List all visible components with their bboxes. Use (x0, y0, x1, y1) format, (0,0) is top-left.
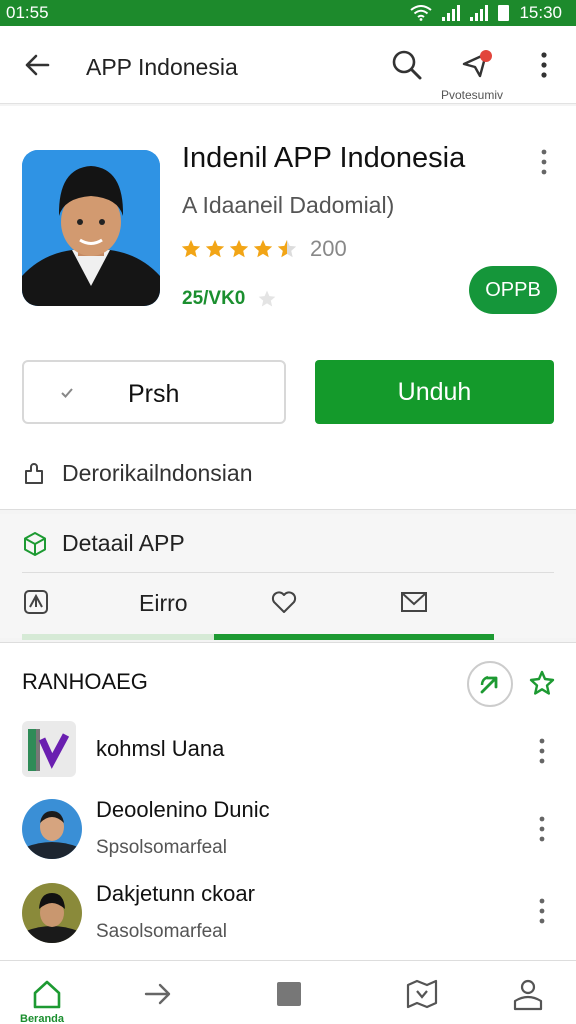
details-heading: Detaail APP (62, 530, 185, 556)
details-card: Detaail APP Eirro (0, 514, 576, 640)
avatar (22, 799, 82, 859)
arrow-right-icon[interactable] (141, 977, 175, 1011)
rating-stars: 200 (180, 236, 347, 262)
status-time-left: 01:55 (6, 3, 49, 22)
secondary-action-label: Prsh (128, 380, 180, 408)
list-item-subtitle: Sasolsomarfeal (96, 921, 227, 942)
check-icon (61, 388, 73, 398)
status-bar: 01:55 15:30 (0, 0, 576, 26)
developer-link[interactable]: Derorikailndonsian (22, 460, 253, 487)
size-row: 25/VK0 (182, 288, 277, 310)
square-icon[interactable] (272, 977, 306, 1011)
cube-icon (24, 531, 46, 556)
share-notification-icon[interactable] (460, 48, 494, 82)
back-arrow-icon[interactable] (22, 50, 52, 80)
divider (22, 572, 554, 573)
person-photo-icon (22, 150, 160, 306)
nav-home-label: Beranda (20, 1013, 65, 1024)
person-avatar-icon (22, 883, 82, 943)
home-icon[interactable] (30, 977, 64, 1011)
app-icon (22, 150, 160, 306)
app-bar: APP Indonesia Pvotesumiv (0, 26, 576, 104)
profile-icon[interactable] (511, 977, 545, 1011)
list-item[interactable]: kohmsl Uana (0, 719, 576, 789)
mail-icon[interactable] (400, 590, 428, 614)
list-item-name: Deoolenino Dunic (96, 797, 270, 822)
progress-fill (214, 634, 494, 640)
search-icon[interactable] (390, 48, 424, 82)
list-item-name: Dakjetunn ckoar (96, 881, 255, 906)
refresh-button[interactable] (467, 661, 513, 707)
developer-link-label: Derorikailndonsian (62, 460, 253, 486)
more-vert-icon[interactable] (534, 815, 550, 843)
list-item-name: kohmsl Uana (96, 736, 225, 761)
app-badge-button[interactable]: OPPB (469, 266, 557, 314)
more-vert-icon[interactable] (534, 737, 550, 765)
app-bar-title: APP Indonesia (86, 54, 238, 80)
more-vert-icon[interactable] (534, 897, 550, 925)
bottom-navigation: Beranda (0, 960, 576, 1024)
download-button[interactable]: Unduh (315, 360, 554, 424)
app-name: Indenil APP Indonesia (182, 142, 466, 174)
details-tabs: Eirro (0, 584, 576, 628)
signal-icon (442, 5, 461, 21)
app-logo-icon (28, 729, 70, 771)
app-header-card: Indenil APP Indonesia A Idaaneil Dadomia… (0, 106, 576, 510)
related-title: RANHOAEG (22, 669, 148, 694)
rating-count: 200 (310, 236, 347, 261)
wifi-icon (410, 5, 433, 21)
app-developer: A Idaaneil Dadomial) (182, 192, 395, 218)
heart-icon[interactable] (270, 588, 298, 616)
star-icon (181, 239, 201, 258)
battery-icon (498, 5, 510, 21)
star-half-icon (277, 239, 297, 258)
list-item[interactable]: Dakjetunn ckoar Sasolsomarfeal (0, 881, 576, 951)
avatar (22, 883, 82, 943)
tab-info[interactable]: Eirro (139, 590, 188, 617)
book-icon[interactable] (22, 588, 50, 616)
person-avatar-icon (22, 799, 82, 859)
puzzle-icon (25, 462, 43, 484)
star-favorite-icon[interactable] (528, 669, 556, 697)
star-icon (253, 239, 273, 258)
app-more-icon[interactable] (536, 148, 552, 176)
signal-icon-2 (470, 5, 489, 21)
list-item[interactable]: Deoolenino Dunic Spsolsomarfeal (0, 797, 576, 867)
secondary-action-button[interactable]: Prsh (22, 360, 286, 424)
list-item-subtitle: Spsolsomarfeal (96, 837, 227, 858)
details-heading-row: Detaail APP (22, 530, 185, 557)
app-thumbnail (22, 721, 76, 777)
map-icon[interactable] (405, 977, 439, 1011)
star-icon (205, 239, 225, 258)
star-icon (229, 239, 249, 258)
more-vert-icon[interactable] (532, 50, 556, 80)
app-size: 25/VK0 (182, 288, 246, 309)
related-card: RANHOAEG kohmsl Uana Deoolenino Dunic Sp… (0, 642, 576, 960)
app-bar-caption: Pvotesumiv (441, 88, 504, 102)
status-time-right: 15:30 (519, 3, 562, 22)
star-outline-icon (259, 290, 276, 307)
arrow-up-right-icon (480, 675, 498, 694)
